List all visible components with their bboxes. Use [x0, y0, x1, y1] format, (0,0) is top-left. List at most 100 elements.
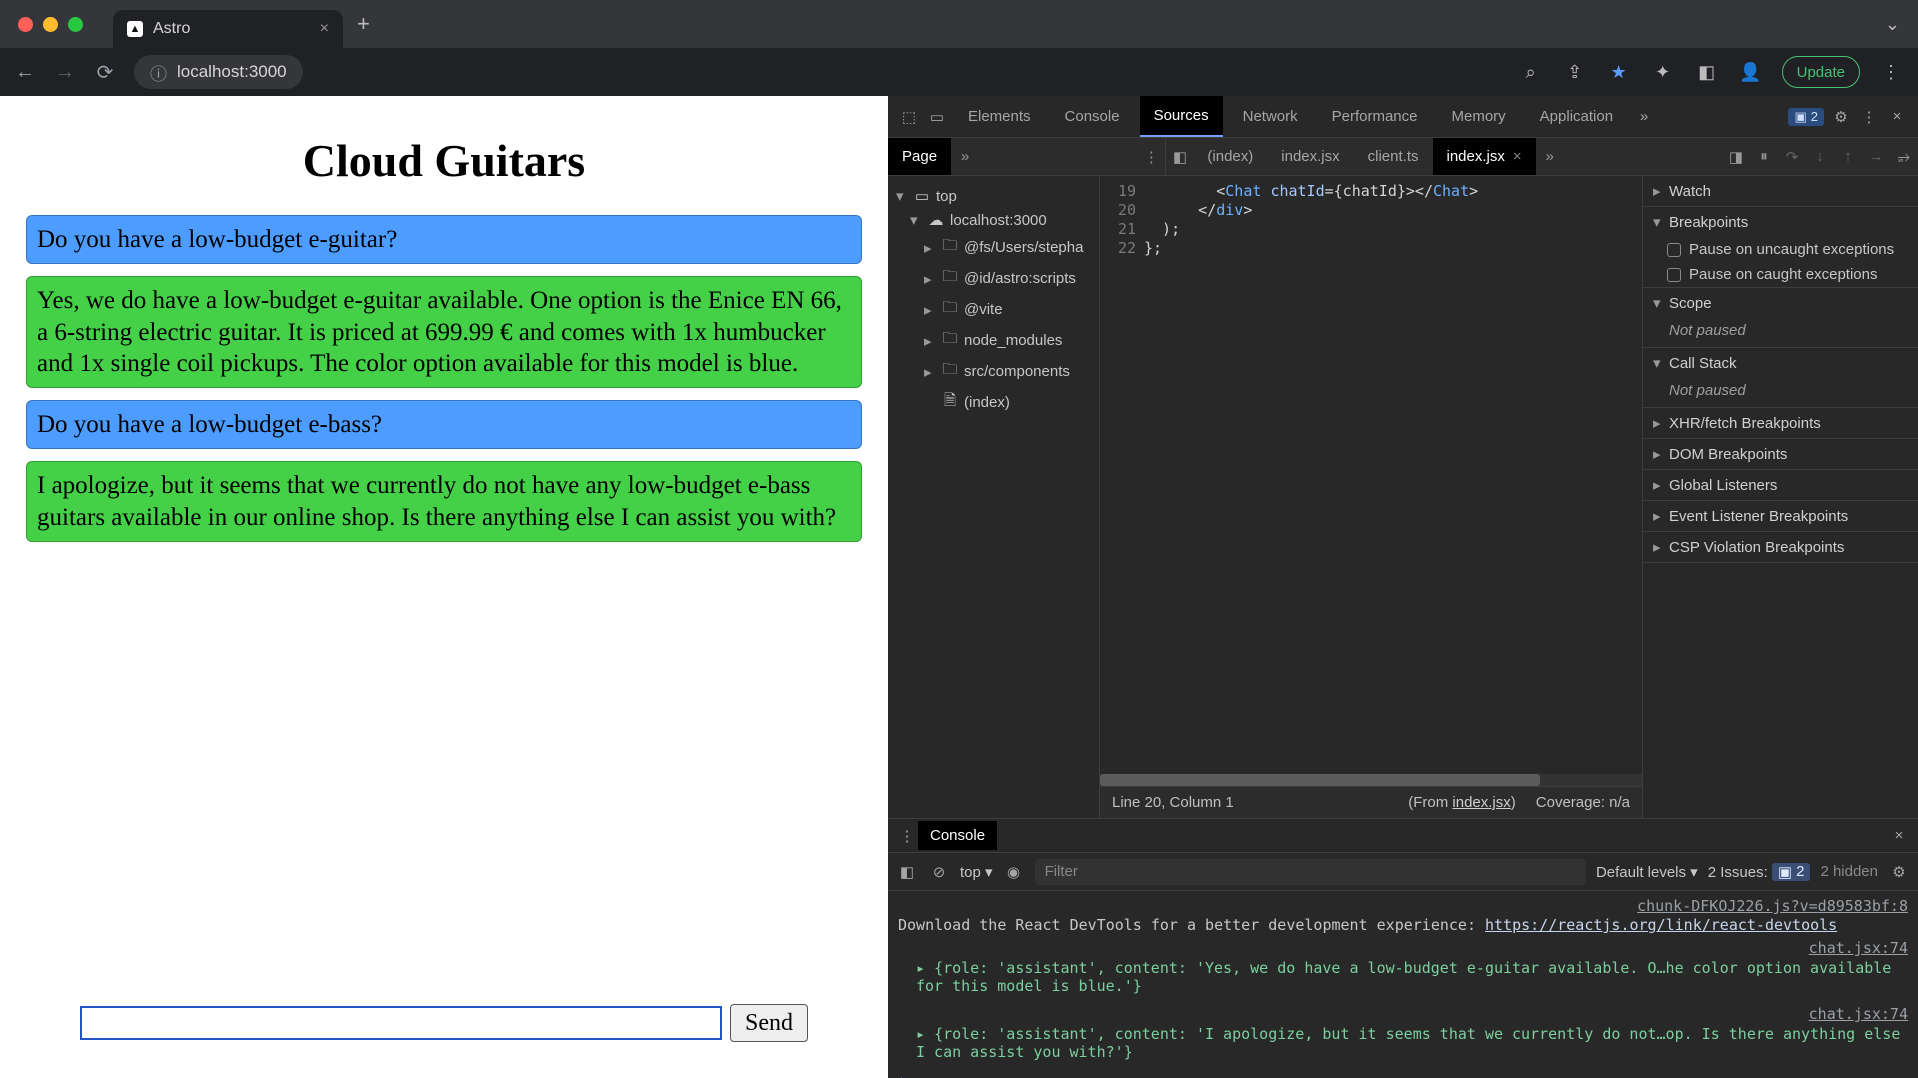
console-prompt[interactable]: ›	[898, 1071, 1908, 1078]
toggle-navigator-icon[interactable]: ◧	[1165, 138, 1193, 175]
settings-gear-icon[interactable]: ⚙	[1830, 108, 1852, 126]
console-settings-icon[interactable]: ⚙	[1888, 863, 1910, 881]
section-xhr-bp[interactable]: ▸XHR/fetch Breakpoints	[1643, 408, 1918, 438]
tree-node-file[interactable]: 🗎(index)	[896, 387, 1091, 418]
chat-input[interactable]	[80, 1006, 722, 1040]
log-source-link[interactable]: chat.jsx:74	[898, 1005, 1908, 1023]
devtools-tab-console[interactable]: Console	[1051, 96, 1134, 137]
browser-tab[interactable]: ▲ Astro ×	[113, 10, 343, 48]
reload-icon[interactable]: ⟳	[94, 60, 116, 85]
console-tabbar: ⋮ Console ×	[888, 819, 1918, 853]
source-origin-link[interactable]: index.jsx	[1452, 794, 1510, 811]
section-scope[interactable]: ▾Scope	[1643, 288, 1918, 318]
devtools-tab-network[interactable]: Network	[1229, 96, 1312, 137]
site-info-icon[interactable]: ⓘ	[150, 60, 167, 85]
more-file-tabs-icon[interactable]: »	[1536, 138, 1564, 175]
devtools-tab-elements[interactable]: Elements	[954, 96, 1045, 137]
tree-node-folder[interactable]: ▸🗀src/components	[896, 356, 1091, 387]
log-levels-selector[interactable]: Default levels ▾	[1596, 863, 1698, 881]
close-window-icon[interactable]	[18, 17, 33, 32]
clear-console-icon[interactable]: ⊘	[928, 863, 950, 881]
step-out-icon[interactable]: ↑	[1834, 138, 1862, 175]
close-devtools-icon[interactable]: ×	[1886, 108, 1908, 125]
section-dom-bp[interactable]: ▸DOM Breakpoints	[1643, 439, 1918, 469]
window-titlebar: ▲ Astro × + ⌄	[0, 0, 1918, 48]
tree-node-folder[interactable]: ▸🗀node_modules	[896, 325, 1091, 356]
pause-uncaught-checkbox[interactable]: Pause on uncaught exceptions	[1643, 237, 1918, 262]
tree-node-host[interactable]: ▾☁localhost:3000	[896, 208, 1091, 232]
more-navigators-icon[interactable]: »	[951, 138, 979, 175]
pause-icon[interactable]: ⏸	[1750, 138, 1778, 175]
console-log-object[interactable]: ▸ {role: 'assistant', content: 'Yes, we …	[916, 959, 1908, 995]
section-csp-bp[interactable]: ▸CSP Violation Breakpoints	[1643, 532, 1918, 562]
issues-summary[interactable]: 2 Issues: ▣ 2	[1708, 863, 1811, 881]
section-callstack[interactable]: ▾Call Stack	[1643, 348, 1918, 378]
file-tab[interactable]: index.jsx	[1267, 138, 1353, 175]
devtools-tab-memory[interactable]: Memory	[1438, 96, 1520, 137]
log-source-link[interactable]: chunk-DFKOJ226.js?v=d89583bf:8	[898, 897, 1908, 915]
toggle-sidebar-icon[interactable]: ◧	[896, 863, 918, 881]
chat-transcript: Do you have a low-budget e-guitar? Yes, …	[0, 215, 888, 1004]
update-button[interactable]: Update	[1782, 56, 1860, 88]
step-icon[interactable]: →	[1862, 138, 1890, 175]
step-into-icon[interactable]: ↓	[1806, 138, 1834, 175]
devtools-tabstrip: ⬚ ▭ Elements Console Sources Network Per…	[888, 96, 1918, 138]
section-watch[interactable]: ▸Watch	[1643, 176, 1918, 206]
minimize-window-icon[interactable]	[43, 17, 58, 32]
code-editor[interactable]: 19202122 <Chat chatId={chatId}></Chat> <…	[1100, 176, 1642, 774]
file-tab[interactable]: (index)	[1193, 138, 1267, 175]
new-tab-button[interactable]: +	[357, 11, 370, 37]
issues-badge[interactable]: ▣ 2	[1788, 108, 1824, 126]
console-kebab-icon[interactable]: ⋮	[896, 827, 918, 845]
step-over-icon[interactable]: ↷	[1778, 138, 1806, 175]
console-tab[interactable]: Console	[918, 821, 997, 850]
toggle-debug-pane-icon[interactable]: ◨	[1722, 138, 1750, 175]
pause-caught-checkbox[interactable]: Pause on caught exceptions	[1643, 262, 1918, 287]
tree-node-folder[interactable]: ▸🗀@vite	[896, 294, 1091, 325]
extensions-icon[interactable]: ✦	[1650, 62, 1676, 83]
devtools-tab-performance[interactable]: Performance	[1318, 96, 1432, 137]
section-event-bp[interactable]: ▸Event Listener Breakpoints	[1643, 501, 1918, 531]
console-output[interactable]: chunk-DFKOJ226.js?v=d89583bf:8 Download …	[888, 891, 1918, 1078]
tree-node-folder[interactable]: ▸🗀@id/astro:scripts	[896, 263, 1091, 294]
page-navigator-pill[interactable]: Page	[888, 138, 951, 175]
forward-icon[interactable]: →	[54, 61, 76, 84]
file-tab-active[interactable]: index.jsx ×	[1433, 138, 1536, 175]
file-tab[interactable]: client.ts	[1354, 138, 1433, 175]
inspect-element-icon[interactable]: ⬚	[898, 108, 920, 126]
share-icon[interactable]: ⇪	[1562, 62, 1588, 83]
search-icon[interactable]: ⌕	[1518, 62, 1544, 83]
react-devtools-link[interactable]: https://reactjs.org/link/react-devtools	[1485, 916, 1837, 934]
bookmark-star-icon[interactable]: ★	[1606, 62, 1632, 83]
context-selector[interactable]: top ▾	[960, 863, 993, 881]
rendered-page: Cloud Guitars Do you have a low-budget e…	[0, 96, 888, 1078]
section-global-listeners[interactable]: ▸Global Listeners	[1643, 470, 1918, 500]
back-icon[interactable]: ←	[14, 61, 36, 84]
url-field[interactable]: ⓘ localhost:3000	[134, 55, 303, 89]
maximize-window-icon[interactable]	[68, 17, 83, 32]
tree-node-folder[interactable]: ▸🗀@fs/Users/stepha	[896, 232, 1091, 263]
close-drawer-icon[interactable]: ×	[1888, 827, 1910, 844]
console-filter-input[interactable]: Filter	[1035, 859, 1586, 885]
close-tab-icon[interactable]: ×	[320, 20, 329, 38]
kebab-menu-icon[interactable]: ⋮	[1878, 62, 1904, 83]
console-log-object[interactable]: ▸ {role: 'assistant', content: 'I apolog…	[916, 1025, 1908, 1061]
profile-icon[interactable]: 👤	[1738, 62, 1764, 83]
hidden-count[interactable]: 2 hidden	[1820, 863, 1878, 880]
log-source-link[interactable]: chat.jsx:74	[898, 939, 1908, 957]
tab-overflow-icon[interactable]: ⌄	[1885, 14, 1900, 35]
devtools-tab-application[interactable]: Application	[1526, 96, 1627, 137]
horizontal-scrollbar[interactable]	[1100, 774, 1642, 786]
deactivate-bp-icon[interactable]: ⭈	[1890, 138, 1918, 175]
devtools-tab-sources[interactable]: Sources	[1140, 96, 1223, 137]
live-expression-icon[interactable]: ◉	[1003, 863, 1025, 881]
device-toolbar-icon[interactable]: ▭	[926, 108, 948, 126]
sidepanel-icon[interactable]: ◧	[1694, 62, 1720, 83]
navigator-kebab-icon[interactable]: ⋮	[1137, 138, 1165, 175]
section-breakpoints[interactable]: ▾Breakpoints	[1643, 207, 1918, 237]
tree-node-top[interactable]: ▾▭top	[896, 184, 1091, 208]
send-button[interactable]: Send	[730, 1004, 808, 1042]
devtools-kebab-icon[interactable]: ⋮	[1858, 108, 1880, 126]
more-tabs-icon[interactable]: »	[1633, 108, 1655, 125]
close-file-icon[interactable]: ×	[1513, 148, 1522, 165]
